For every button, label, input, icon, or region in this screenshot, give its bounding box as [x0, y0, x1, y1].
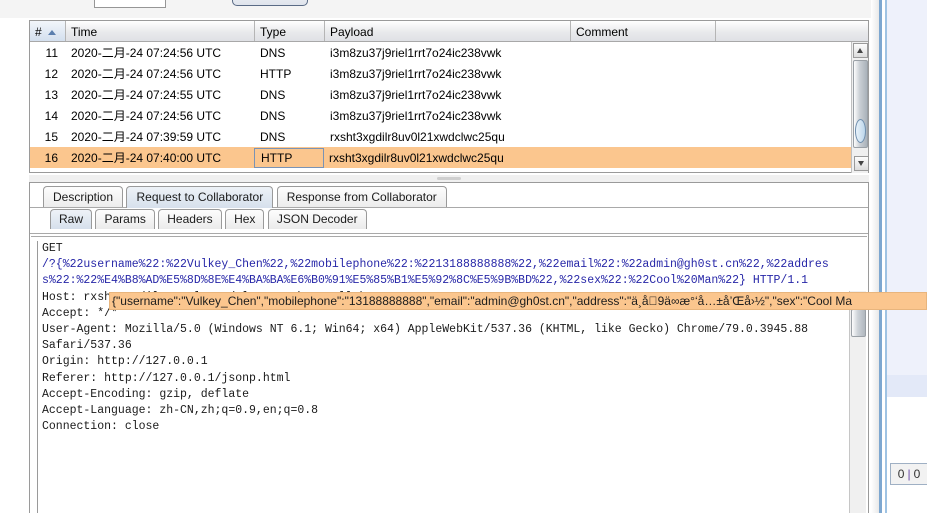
table-scroll-thumb[interactable]	[853, 60, 868, 148]
sort-ascending-icon	[47, 29, 56, 35]
tab-request-to-collaborator[interactable]: Request to Collaborator	[126, 186, 274, 208]
adjacent-window-panel-band	[887, 375, 927, 397]
table-row-selected[interactable]: 16 2020-二月-24 07:40:00 UTC HTTP rxsht3xg…	[30, 147, 868, 168]
tab-params[interactable]: Params	[95, 209, 155, 229]
cell-type: DNS	[260, 108, 286, 123]
cell-number: 12	[44, 66, 58, 81]
detail-tab-bar: Description Request to Collaborator Resp…	[30, 183, 868, 208]
column-header-filler	[716, 21, 868, 41]
panel-splitter[interactable]	[29, 175, 869, 182]
cell-payload: rxsht3xgdilr8uv0l21xwdclwc25qu	[329, 150, 504, 165]
tab-json-decoder[interactable]: JSON Decoder	[267, 209, 367, 229]
table-row[interactable]: 12 2020-二月-24 07:24:56 UTC HTTP i3m8zu37…	[30, 63, 868, 84]
column-header-type[interactable]: Type	[255, 21, 325, 41]
table-row[interactable]: 13 2020-二月-24 07:24:55 UTC DNS i3m8zu37j…	[30, 84, 868, 105]
request-scroll-thumb[interactable]	[851, 309, 866, 337]
request-header-accept-language: Accept-Language: zh-CN,zh;q=0.9,en;q=0.8	[42, 404, 319, 418]
scroll-up-arrow-icon[interactable]	[853, 43, 868, 58]
tab-headers[interactable]: Headers	[158, 209, 222, 229]
raw-request-text[interactable]: GET /?{%22username%22:%22Vulkey_Chen%22,…	[37, 241, 848, 513]
request-line-method: GET	[42, 242, 63, 255]
burp-collaborator-window: # Time Type Payload Comment 11 2020-二月-2…	[0, 0, 927, 513]
window-edge-shadow	[871, 0, 879, 513]
cell-payload: i3m8zu37j9riel1rrt7o24ic238vwk	[330, 45, 502, 60]
cell-type: DNS	[260, 129, 286, 144]
tab-hex[interactable]: Hex	[225, 209, 265, 229]
status-separator: |	[907, 467, 911, 481]
column-header-time[interactable]: Time	[66, 21, 255, 41]
cell-payload: i3m8zu37j9riel1rrt7o24ic238vwk	[330, 87, 502, 102]
window-border-outer	[879, 0, 882, 513]
request-header-referer: Referer: http://127.0.0.1/jsonp.html	[42, 371, 291, 385]
column-header-number[interactable]: #	[30, 21, 66, 41]
cell-number: 11	[45, 45, 58, 60]
cell-type: DNS	[260, 87, 286, 102]
cell-number: 15	[44, 129, 58, 144]
cell-payload: rxsht3xgdilr8uv0l21xwdclwc25qu	[330, 129, 505, 144]
cell-time: 2020-二月-24 07:24:55 UTC	[71, 88, 222, 102]
table-body: 11 2020-二月-24 07:24:56 UTC DNS i3m8zu37j…	[30, 42, 868, 173]
request-line-url-part2: s%22:%22%E4%B8%AD%E5%8D%8E%E4%BA%BA%E6%B…	[42, 274, 809, 288]
adjacent-window-content	[887, 397, 927, 513]
interaction-detail-panel: Description Request to Collaborator Resp…	[29, 182, 869, 513]
column-header-type-label: Type	[260, 25, 287, 39]
status-counter: 0 | 0	[890, 463, 927, 485]
cell-time: 2020-二月-24 07:24:56 UTC	[71, 46, 222, 60]
cell-number: 16	[44, 150, 58, 165]
column-header-number-label: #	[35, 25, 42, 39]
scroll-thumb-grip-icon	[855, 119, 866, 143]
top-text-input[interactable]	[94, 0, 166, 8]
cell-type: HTTP	[260, 66, 292, 81]
cell-number: 14	[44, 108, 58, 123]
cell-time: 2020-二月-24 07:24:56 UTC	[71, 109, 222, 123]
column-header-time-label: Time	[71, 25, 98, 39]
request-header-accept-encoding: Accept-Encoding: gzip, deflate	[42, 387, 250, 401]
request-line-url-part1: /?{%22username%22:%22Vulkey_Chen%22,%22m…	[42, 258, 829, 272]
tab-raw[interactable]: Raw	[50, 209, 93, 229]
column-header-comment[interactable]: Comment	[571, 21, 716, 41]
raw-request-view: GET /?{%22username%22:%22Vulkey_Chen%22,…	[31, 236, 867, 513]
column-header-payload-label: Payload	[330, 25, 374, 39]
cell-time: 2020-二月-24 07:40:00 UTC	[71, 151, 222, 165]
cell-number: 13	[44, 87, 58, 102]
cell-payload: i3m8zu37j9riel1rrt7o24ic238vwk	[330, 66, 502, 81]
collaborator-interactions-table: # Time Type Payload Comment 11 2020-二月-2…	[29, 20, 869, 173]
adjacent-window-panel	[887, 0, 927, 375]
request-header-accept: Accept: */*	[42, 306, 118, 320]
status-left-count: 0	[897, 467, 905, 481]
decoded-value-tooltip: {"username":"Vulkey_Chen","mobilephone":…	[109, 292, 927, 310]
column-header-comment-label: Comment	[576, 25, 629, 39]
request-header-origin: Origin: http://127.0.0.1	[42, 355, 208, 369]
splitter-grip-icon	[437, 177, 461, 180]
scroll-down-arrow-icon[interactable]	[854, 156, 869, 171]
cell-type: DNS	[260, 45, 286, 60]
request-header-user-agent-wrap: Safari/537.36	[42, 339, 132, 353]
request-vertical-scrollbar[interactable]	[849, 291, 866, 513]
top-action-button[interactable]	[232, 0, 308, 6]
message-view-tab-bar: Raw Params Headers Hex JSON Decoder	[30, 208, 868, 234]
table-header-row: # Time Type Payload Comment	[30, 21, 868, 42]
cell-payload: i3m8zu37j9riel1rrt7o24ic238vwk	[330, 108, 502, 123]
window-border-inner	[885, 0, 887, 513]
cell-time: 2020-二月-24 07:24:56 UTC	[71, 67, 222, 81]
request-header-user-agent: User-Agent: Mozilla/5.0 (Windows NT 6.1;…	[42, 323, 809, 337]
request-header-connection: Connection: close	[42, 420, 160, 434]
status-right-count: 0	[913, 467, 921, 481]
column-header-payload[interactable]: Payload	[325, 21, 571, 41]
table-row[interactable]: 11 2020-二月-24 07:24:56 UTC DNS i3m8zu37j…	[30, 42, 868, 63]
cell-time: 2020-二月-24 07:39:59 UTC	[71, 130, 222, 144]
tab-response-from-collaborator[interactable]: Response from Collaborator	[276, 186, 447, 208]
cell-type: HTTP	[254, 147, 324, 168]
table-vertical-scrollbar[interactable]	[851, 42, 869, 173]
table-row[interactable]: 14 2020-二月-24 07:24:56 UTC DNS i3m8zu37j…	[30, 105, 868, 126]
table-row[interactable]: 15 2020-二月-24 07:39:59 UTC DNS rxsht3xgd…	[30, 126, 868, 147]
tab-description[interactable]: Description	[43, 186, 124, 208]
